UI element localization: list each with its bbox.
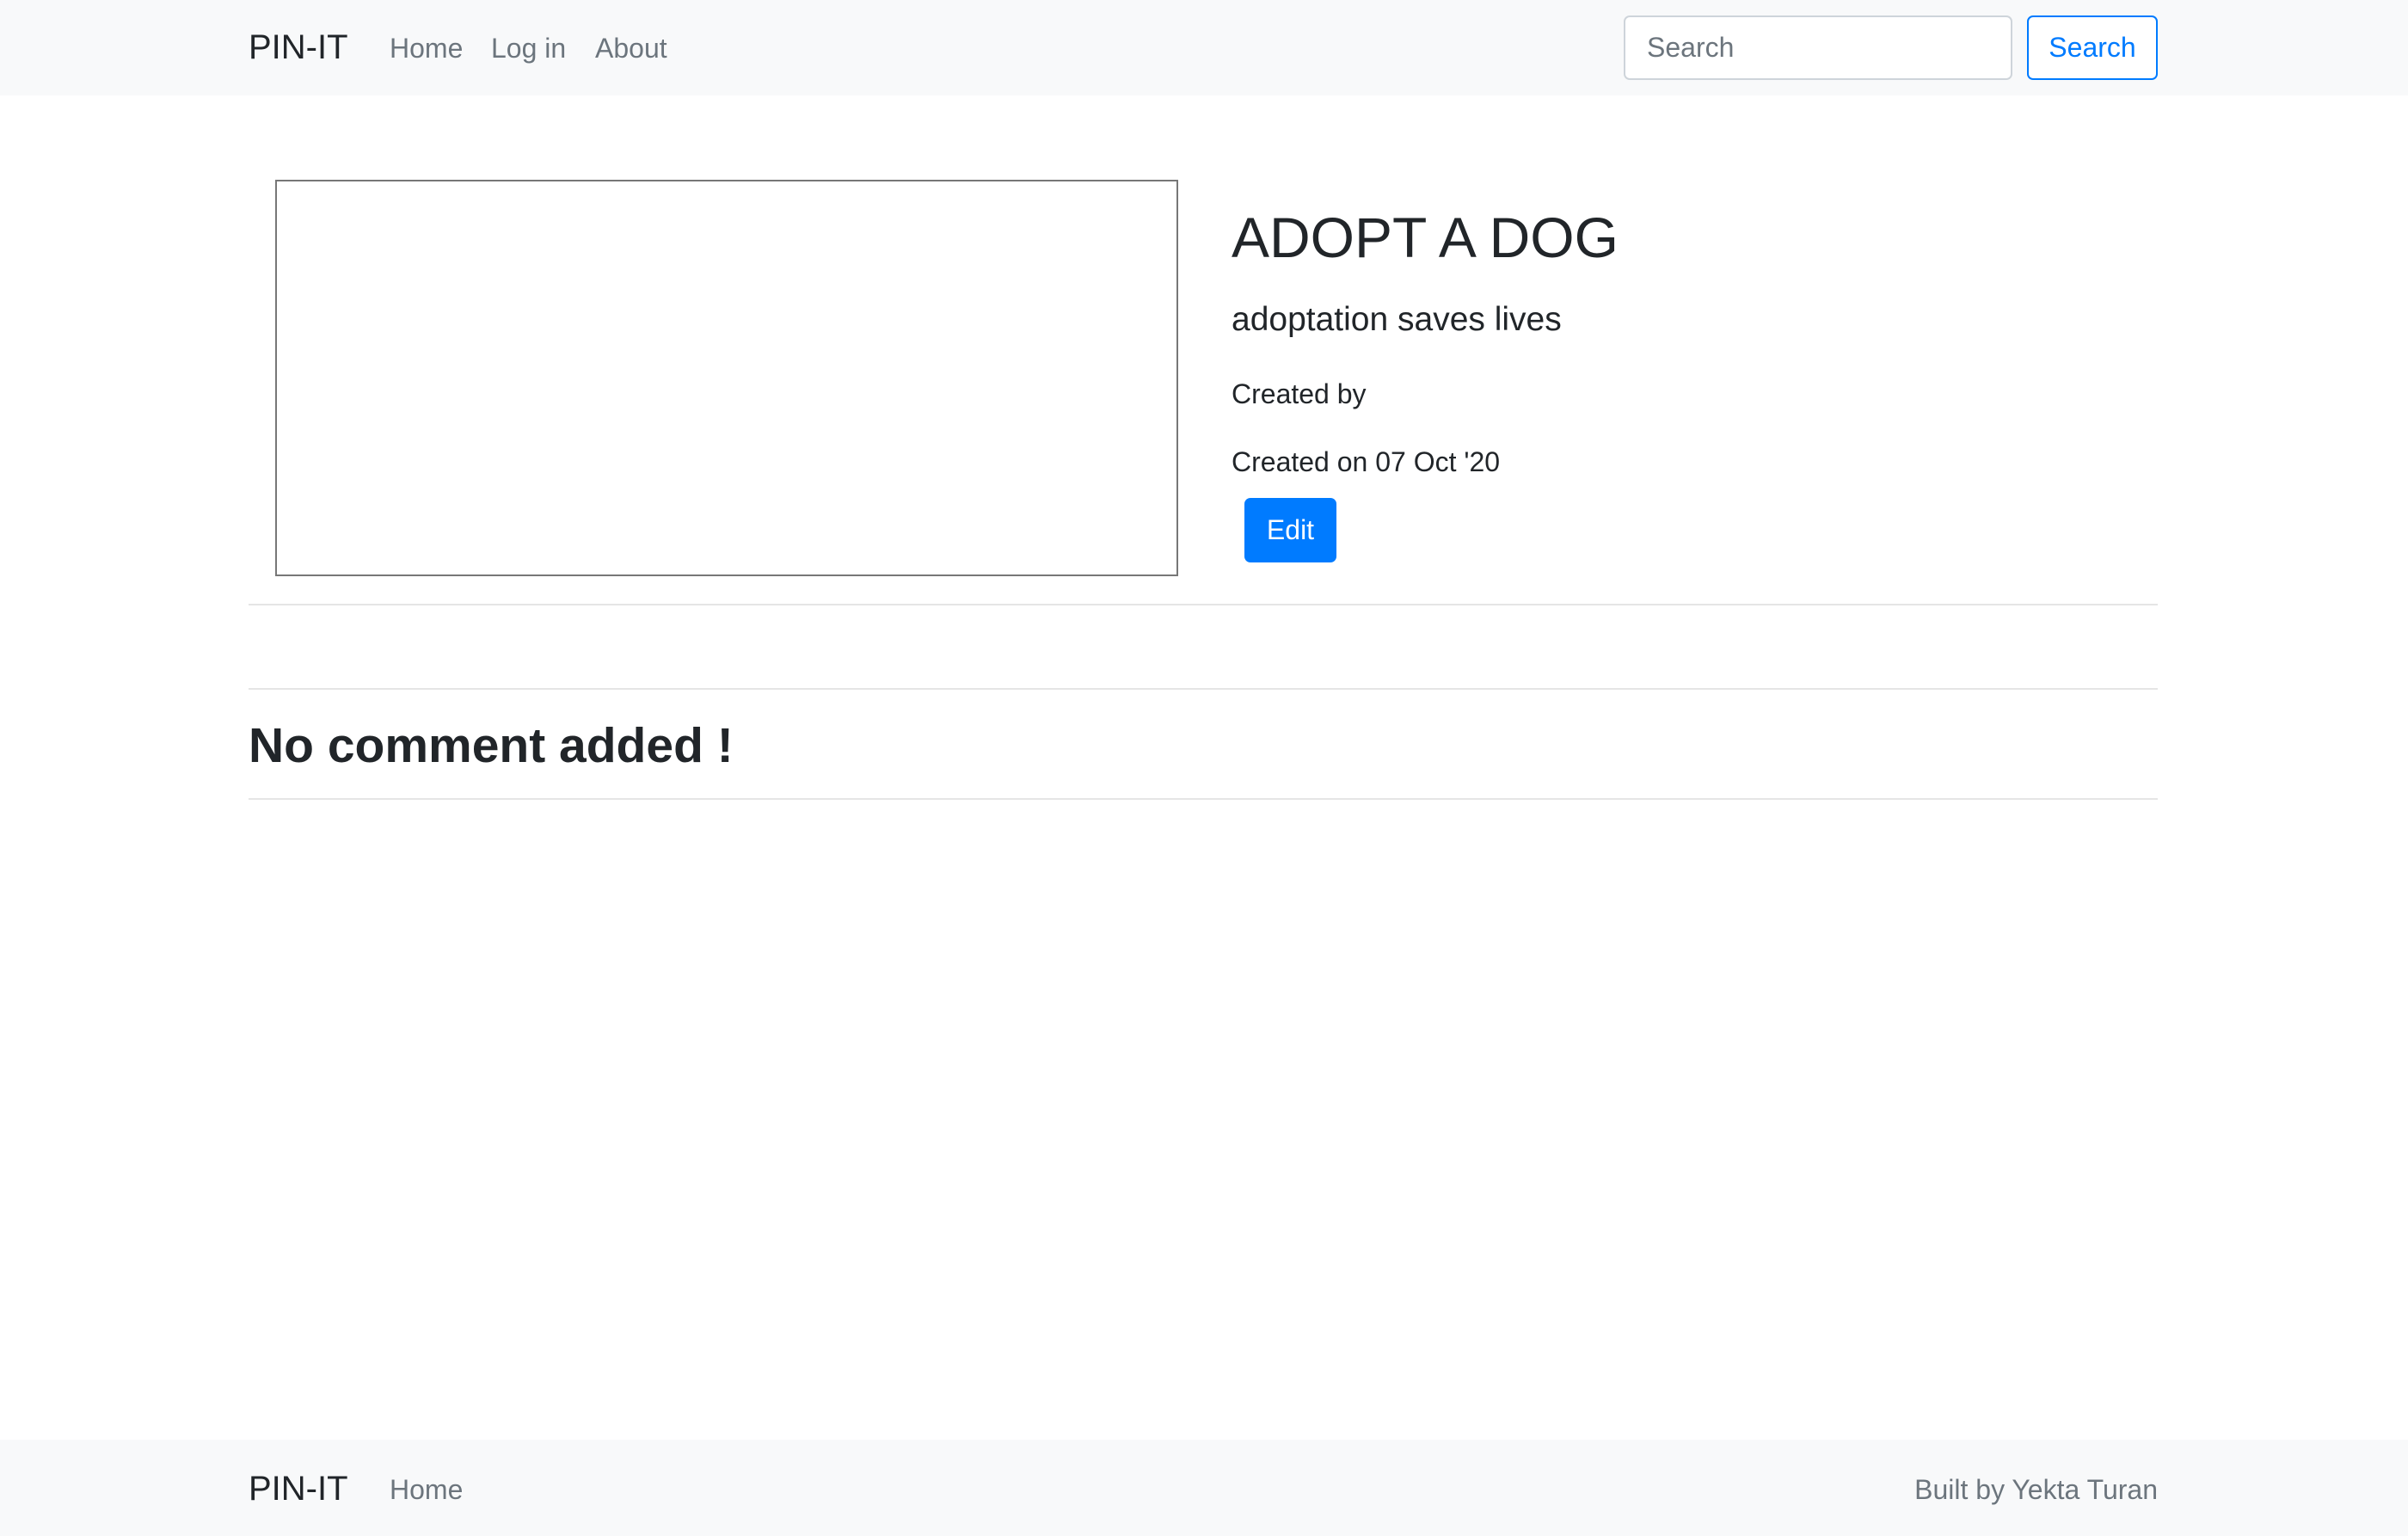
edit-button[interactable]: Edit — [1244, 498, 1336, 562]
divider — [249, 798, 2158, 800]
pin-created-by: Created by — [1232, 378, 1367, 409]
search-button[interactable]: Search — [2027, 15, 2158, 80]
no-comments-heading: No comment added ! — [249, 718, 734, 773]
pin-image — [275, 180, 1178, 576]
navbar: PIN-IT Home Log in About Search — [0, 0, 2408, 95]
pin-title: ADOPT A DOG — [1232, 206, 1619, 269]
nav-about[interactable]: About — [595, 33, 667, 65]
nav-home[interactable]: Home — [390, 33, 463, 65]
divider — [249, 604, 2158, 605]
footer: PIN-IT Home Built by Yekta Turan — [0, 1440, 2408, 1536]
pin-created-on: Created on 07 Oct '20 — [1232, 446, 1501, 477]
footer-credit: Built by Yekta Turan — [1914, 1474, 2158, 1505]
footer-brand[interactable]: PIN-IT — [249, 1470, 348, 1508]
nav-login[interactable]: Log in — [491, 33, 566, 65]
pin-description: adoptation saves lives — [1232, 301, 1562, 338]
search-input[interactable] — [1624, 15, 2012, 80]
footer-home[interactable]: Home — [390, 1474, 463, 1506]
divider — [249, 688, 2158, 690]
navbar-brand[interactable]: PIN-IT — [249, 28, 348, 67]
